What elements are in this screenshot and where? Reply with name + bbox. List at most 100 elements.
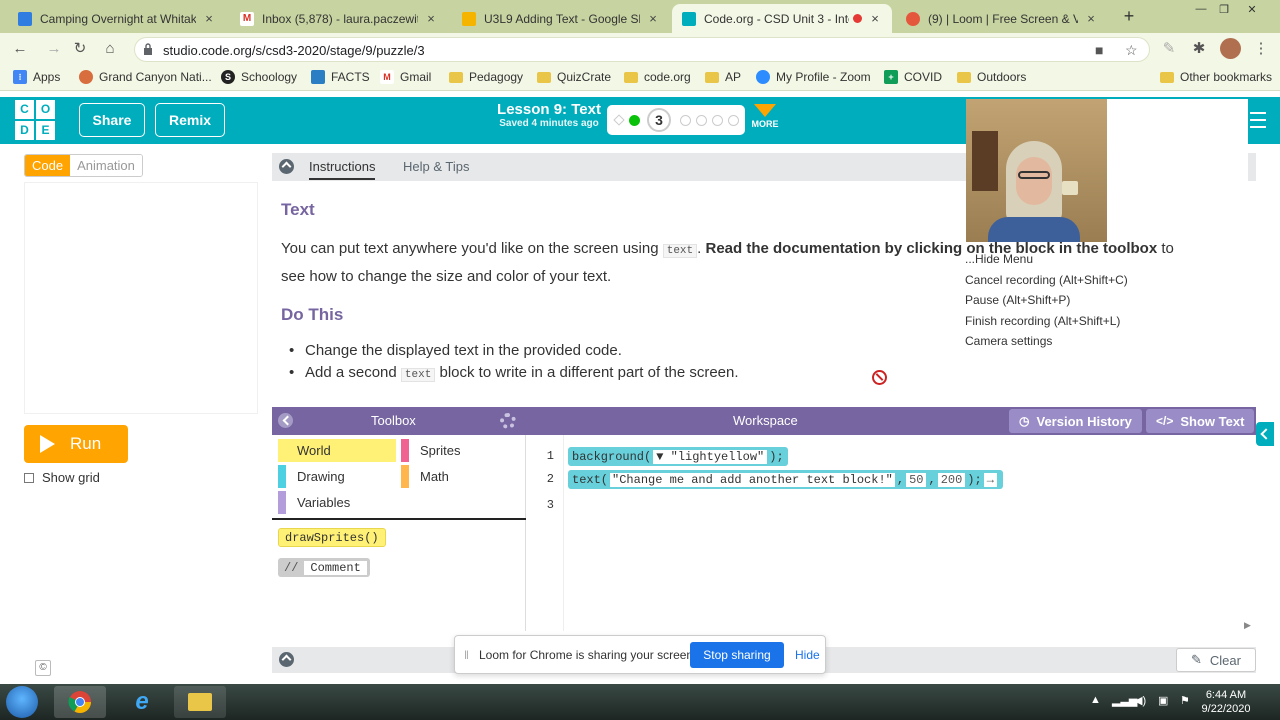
close-window-icon[interactable]: ✕: [1241, 3, 1263, 16]
explorer-taskbar-button[interactable]: [174, 686, 226, 718]
remix-button[interactable]: Remix: [155, 103, 225, 137]
bookmark-codeorg[interactable]: code.org: [624, 70, 691, 84]
home-icon[interactable]: ⌂: [101, 40, 119, 58]
block-draw-sprites[interactable]: drawSprites(): [278, 528, 386, 547]
category-drawing[interactable]: Drawing: [278, 465, 396, 488]
expand-panel-icon[interactable]: [1256, 422, 1274, 446]
category-math[interactable]: Math: [401, 465, 521, 488]
share-button[interactable]: Share: [79, 103, 145, 137]
run-button[interactable]: Run: [24, 425, 128, 463]
loom-hide-menu[interactable]: ...Hide Menu: [965, 252, 1128, 273]
extension-icon[interactable]: ✎: [1160, 40, 1178, 58]
show-grid-toggle[interactable]: Show grid: [24, 470, 100, 485]
close-icon[interactable]: ×: [202, 11, 216, 26]
bookmark-pedagogy[interactable]: Pedagogy: [449, 70, 523, 84]
game-stage[interactable]: [24, 182, 258, 414]
block-comment[interactable]: // Comment: [278, 558, 370, 577]
restore-icon[interactable]: ❐: [1213, 3, 1235, 16]
loom-finish-recording[interactable]: Finish recording (Alt+Shift+L): [965, 314, 1128, 335]
tab-animation[interactable]: Animation: [70, 155, 142, 176]
progress-level-7[interactable]: [728, 115, 739, 126]
menu-dots-icon[interactable]: ⋮: [1252, 40, 1270, 58]
start-button[interactable]: [6, 686, 38, 718]
bookmark-zoom[interactable]: My Profile - Zoom: [756, 70, 871, 84]
camera-icon[interactable]: ■: [1095, 42, 1103, 58]
scroll-right-icon[interactable]: ▶: [1244, 620, 1251, 631]
hamburger-icon[interactable]: [1250, 112, 1266, 133]
drag-handle-icon[interactable]: ‖: [464, 648, 469, 662]
inline-code[interactable]: text: [400, 368, 436, 382]
category-sprites[interactable]: Sprites: [401, 439, 521, 462]
minimize-icon[interactable]: —: [1190, 3, 1212, 15]
bookmark-outdoors[interactable]: Outdoors: [957, 70, 1026, 84]
color-dropdown[interactable]: ▼ "lightyellow": [653, 449, 768, 464]
progress-level-2[interactable]: [629, 115, 640, 126]
bookmark-facts[interactable]: FACTS: [311, 70, 370, 84]
bookmark-grand-canyon[interactable]: Grand Canyon Nati...: [79, 70, 212, 84]
puzzle-icon[interactable]: ✱: [1190, 40, 1208, 58]
volume-icon[interactable]: ◀): [1134, 694, 1146, 707]
network-icon[interactable]: ▣: [1158, 694, 1168, 707]
bookmark-other[interactable]: Other bookmarks: [1160, 70, 1272, 84]
back-icon[interactable]: ←: [11, 40, 29, 58]
collapse-instructions-icon[interactable]: [279, 159, 294, 174]
collapse-toolbox-icon[interactable]: [278, 413, 293, 428]
system-clock[interactable]: 6:44 AM 9/22/2020: [1200, 688, 1252, 716]
category-world[interactable]: World: [278, 439, 396, 462]
browser-tab-codeorg[interactable]: Code.org - CSD Unit 3 - Interac ×: [672, 4, 892, 33]
profile-avatar[interactable]: [1220, 38, 1241, 59]
progress-level-6[interactable]: [712, 115, 723, 126]
version-history-button[interactable]: ◷ Version History: [1009, 409, 1142, 433]
browser-tab-camping[interactable]: Camping Overnight at Whitaker ×: [8, 4, 226, 33]
bookmark-covid[interactable]: + COVID: [884, 70, 942, 84]
browser-tab-gmail[interactable]: M Inbox (5,878) - laura.paczewitz@ ×: [230, 4, 448, 33]
loom-camera-settings[interactable]: Camera settings: [965, 334, 1128, 355]
show-grid-checkbox[interactable]: [24, 472, 34, 483]
forward-icon[interactable]: →: [45, 40, 63, 58]
progress-level-4[interactable]: [680, 115, 691, 126]
tab-code[interactable]: Code: [25, 155, 71, 176]
browser-tab-loom[interactable]: (9) | Loom | Free Screen & Video ×: [896, 4, 1108, 33]
tray-arrow-icon[interactable]: ▲: [1090, 694, 1101, 706]
hide-sharing-button[interactable]: Hide: [795, 648, 820, 662]
codeorg-logo[interactable]: C O D E: [15, 100, 55, 140]
close-icon[interactable]: ×: [1084, 11, 1098, 26]
code-editor[interactable]: 1 2 3 background( ▼ "lightyellow" ); tex…: [526, 435, 1256, 631]
star-icon[interactable]: ☆: [1125, 42, 1138, 59]
notification-icon[interactable]: ⚑: [1180, 694, 1190, 707]
tab-instructions[interactable]: Instructions: [309, 159, 376, 180]
stop-sharing-button[interactable]: Stop sharing: [690, 642, 784, 668]
inline-code[interactable]: text: [662, 244, 698, 258]
new-tab-button[interactable]: +: [1118, 6, 1140, 28]
bookmark-schoology[interactable]: S Schoology: [221, 70, 297, 84]
show-text-button[interactable]: </> Show Text: [1146, 409, 1255, 433]
progress-current-level[interactable]: 3: [647, 108, 671, 132]
bookmark-apps[interactable]: ⁝ Apps: [13, 70, 60, 84]
progress-level-5[interactable]: [696, 115, 707, 126]
collapse-console-icon[interactable]: [279, 652, 294, 667]
progress-diamond[interactable]: [613, 114, 625, 126]
ie-taskbar-button[interactable]: e: [116, 686, 168, 718]
bookmark-gmail[interactable]: M Gmail: [380, 70, 431, 84]
close-icon[interactable]: ×: [868, 11, 882, 26]
expand-arrow-icon[interactable]: →: [983, 472, 997, 487]
bookmark-quizcrate[interactable]: QuizCrate: [537, 70, 611, 84]
tab-help-tips[interactable]: Help & Tips: [403, 159, 469, 174]
clear-button[interactable]: ✎ Clear: [1176, 648, 1256, 672]
x-number-input[interactable]: 50: [906, 472, 927, 487]
y-number-input[interactable]: 200: [937, 472, 966, 487]
chrome-taskbar-button[interactable]: [54, 686, 106, 718]
category-variables[interactable]: Variables: [278, 491, 396, 514]
close-icon[interactable]: ×: [646, 11, 660, 26]
reload-icon[interactable]: ↻: [71, 40, 89, 58]
bookmark-ap[interactable]: AP: [705, 70, 741, 84]
address-bar[interactable]: studio.code.org/s/csd3-2020/stage/9/puzz…: [134, 37, 1150, 62]
loom-cancel-recording[interactable]: Cancel recording (Alt+Shift+C): [965, 273, 1128, 294]
copyright-icon[interactable]: ©: [35, 660, 51, 676]
text-string-input[interactable]: "Change me and add another text block!": [610, 472, 895, 487]
gear-icon[interactable]: [500, 413, 516, 429]
browser-tab-slides[interactable]: U3L9 Adding Text - Google Slides ×: [452, 4, 670, 33]
more-button[interactable]: MORE: [750, 104, 780, 129]
code-block-background[interactable]: background( ▼ "lightyellow" );: [568, 447, 788, 466]
loom-camera-bubble[interactable]: [966, 99, 1107, 242]
